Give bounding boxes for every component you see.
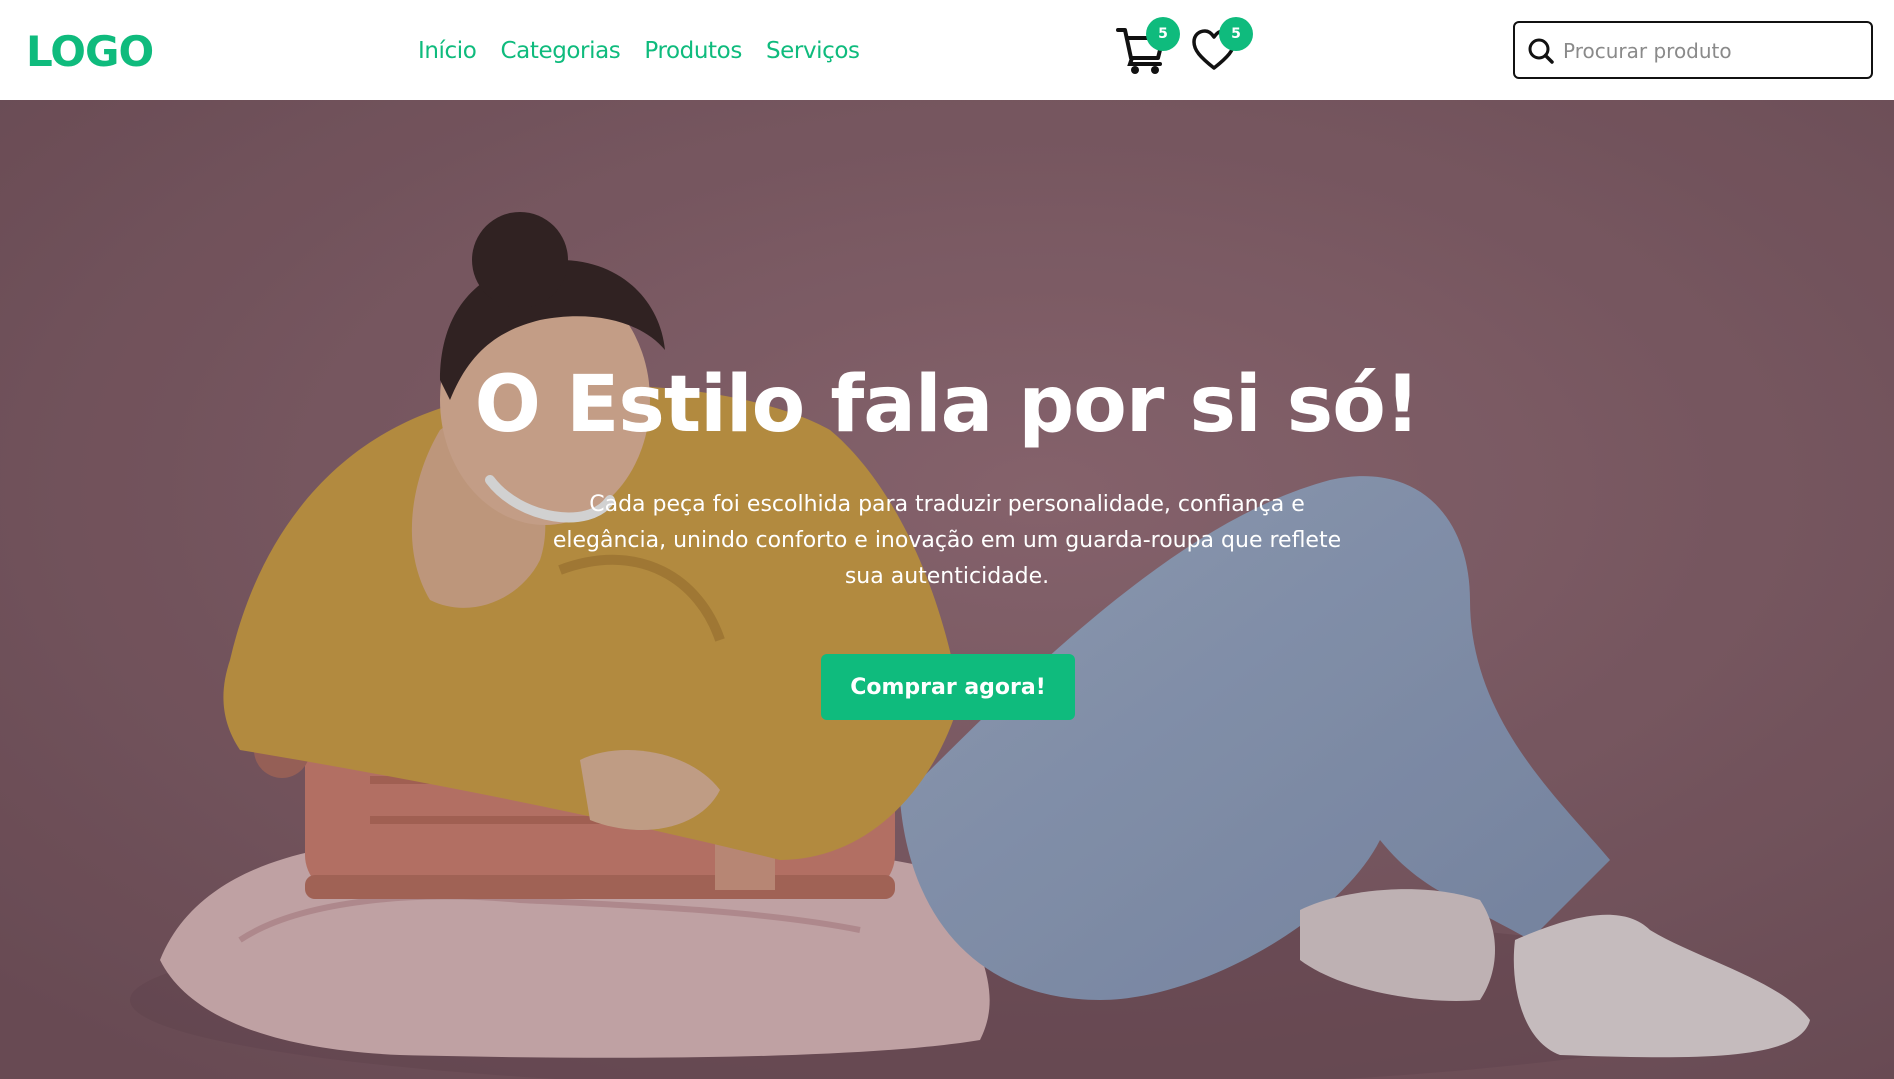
logo[interactable]: LOGO <box>26 28 154 76</box>
cart-count-badge: 5 <box>1146 17 1180 51</box>
site-header: LOGO Início Categorias Produtos Serviços… <box>0 0 1894 100</box>
search-input[interactable] <box>1563 33 1863 69</box>
nav-link-servicos[interactable]: Serviços <box>766 36 860 68</box>
nav-link-inicio[interactable]: Início <box>418 36 477 68</box>
main-nav: Início Categorias Produtos Serviços <box>418 36 884 68</box>
hero-banner: O Estilo fala por si só! Cada peça foi e… <box>0 100 1894 1079</box>
search-box[interactable] <box>1513 21 1873 79</box>
buy-now-button[interactable]: Comprar agora! <box>821 654 1075 720</box>
nav-link-produtos[interactable]: Produtos <box>644 36 742 68</box>
hero-title: O Estilo fala por si só! <box>474 360 1421 450</box>
wishlist-count-badge: 5 <box>1219 17 1253 51</box>
nav-link-categorias[interactable]: Categorias <box>500 36 620 68</box>
search-icon <box>1528 38 1554 64</box>
hero-description: Cada peça foi escolhida para traduzir pe… <box>552 492 1342 589</box>
